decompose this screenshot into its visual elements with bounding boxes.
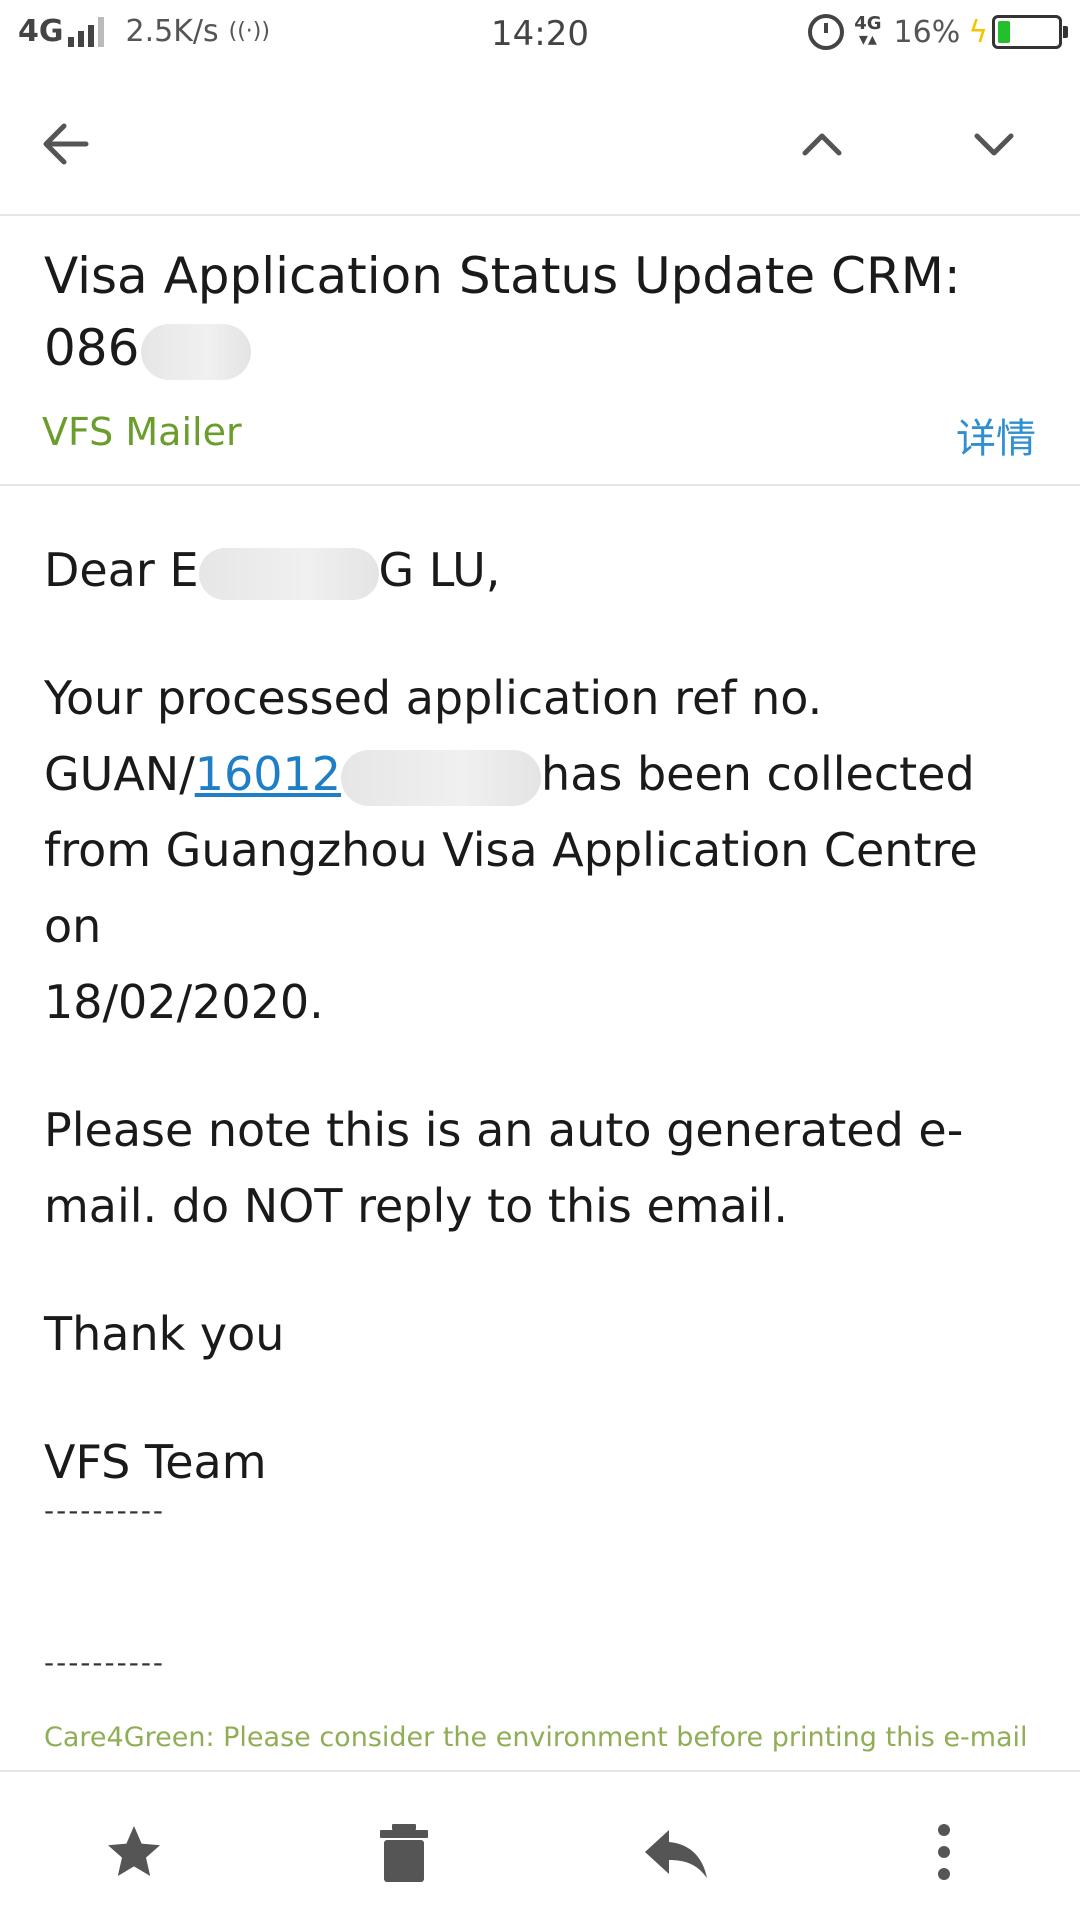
- star-icon: [108, 1826, 160, 1876]
- footer-note: Care4Green: Please consider the environm…: [44, 1722, 1028, 1753]
- paragraph-notice: Please note this is an auto generated e-…: [44, 1103, 964, 1233]
- divider-text: ----------: [44, 1494, 166, 1527]
- battery-percent: 16%: [893, 14, 961, 50]
- email-subject: Visa Application Status Update CRM: 086: [44, 240, 1024, 384]
- back-arrow-icon: [43, 123, 89, 165]
- email-toolbar: [0, 72, 1080, 216]
- star-button[interactable]: [94, 1812, 174, 1892]
- redacted-blur: [198, 547, 379, 600]
- previous-email-button[interactable]: [786, 108, 858, 180]
- subject-line-2: 086: [44, 312, 1024, 384]
- more-options-button[interactable]: [904, 1812, 984, 1892]
- bottom-action-bar: [0, 1770, 1080, 1922]
- reply-button[interactable]: [636, 1812, 716, 1892]
- network-indicator: 4G ▾▴: [854, 13, 882, 50]
- battery-icon: [992, 15, 1068, 49]
- alarm-icon: [808, 14, 845, 50]
- reference-link[interactable]: 16012: [195, 747, 341, 801]
- back-button[interactable]: [30, 108, 102, 180]
- divider-text: ----------: [44, 1646, 166, 1679]
- status-bar: 4G 2.5K/s ((·)) 14:20 4G ▾▴ 16% ϟ: [0, 0, 1080, 72]
- sender-name[interactable]: VFS Mailer: [42, 410, 242, 454]
- subject-line-1: Visa Application Status Update CRM:: [44, 247, 961, 305]
- chevron-up-icon: [802, 133, 842, 156]
- delete-button[interactable]: [364, 1812, 444, 1892]
- reply-icon: [645, 1830, 707, 1878]
- thanks-text: Thank you: [44, 1307, 285, 1361]
- signature: VFS Team: [44, 1435, 267, 1489]
- details-link[interactable]: 详情: [956, 406, 1036, 464]
- redacted-blur: [341, 749, 542, 806]
- paragraph-collection: Your processed application ref no. GUAN/…: [44, 671, 978, 1029]
- trash-icon: [380, 1824, 428, 1882]
- chevron-down-icon: [974, 133, 1014, 156]
- more-vertical-icon: [938, 1824, 950, 1880]
- redacted-blur: [141, 323, 252, 380]
- next-email-button[interactable]: [958, 108, 1030, 180]
- charging-icon: ϟ: [968, 14, 988, 50]
- email-body: Dear EG LU, Your processed application r…: [44, 532, 1034, 1552]
- greeting: Dear EG LU,: [44, 532, 1034, 608]
- sender-row: VFS Mailer 详情: [0, 400, 1080, 486]
